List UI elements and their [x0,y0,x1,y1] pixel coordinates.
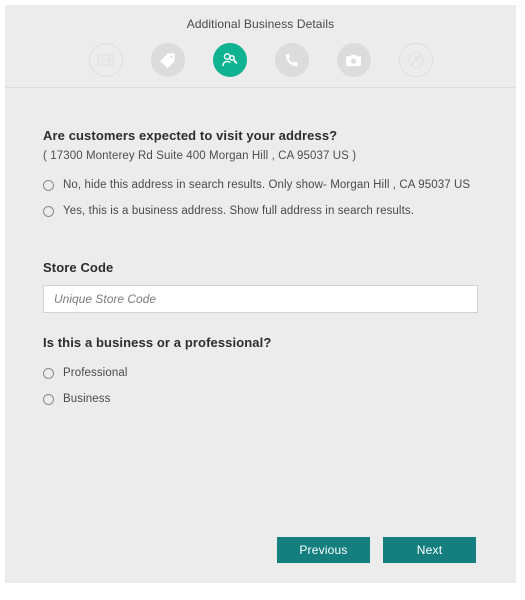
radio-option-hide-address[interactable]: No, hide this address in search results.… [43,178,478,192]
clock-icon [407,51,425,69]
store-code-label: Store Code [43,260,114,275]
radio-option-professional[interactable]: Professional [43,366,478,380]
visit-question-heading: Are customers expected to visit your add… [43,128,338,143]
store-code-input[interactable] [43,285,478,313]
previous-button[interactable]: Previous [277,537,370,563]
radio-option-show-address[interactable]: Yes, this is a business address. Show fu… [43,204,478,218]
radio-option-business[interactable]: Business [43,392,478,406]
radio-icon[interactable] [43,368,54,379]
next-button[interactable]: Next [383,537,476,563]
step-clock[interactable] [398,43,433,77]
radio-label: Professional [63,367,128,379]
step-indicator [5,43,516,77]
wizard-header: Additional Business Details [5,5,516,88]
step-tag[interactable] [150,43,185,77]
radio-label: Yes, this is a business address. Show fu… [63,205,415,217]
step-camera[interactable] [336,43,371,77]
radio-label: No, hide this address in search results.… [63,179,471,191]
visit-question-radio-group: No, hide this address in search results.… [43,178,478,218]
page-title: Additional Business Details [186,17,335,31]
wizard-body: Are customers expected to visit your add… [5,88,516,518]
radio-icon[interactable] [43,180,54,191]
business-type-heading: Is this a business or a professional? [43,335,272,350]
business-card-icon [97,51,115,69]
wizard-footer: Previous Next [5,517,516,583]
step-business-card[interactable] [88,43,123,77]
phone-icon [284,52,300,68]
step-person-key[interactable] [212,43,247,77]
step-phone[interactable] [274,43,309,77]
tag-icon [159,52,176,69]
camera-icon [345,52,362,69]
radio-icon[interactable] [43,394,54,405]
person-key-icon [221,51,239,69]
business-type-radio-group: Professional Business [43,366,478,406]
business-address-text: ( 17300 Monterey Rd Suite 400 Morgan Hil… [43,150,357,162]
wizard-card: Additional Business Details Are customer… [5,5,516,583]
radio-label: Business [63,393,111,405]
radio-icon[interactable] [43,206,54,217]
